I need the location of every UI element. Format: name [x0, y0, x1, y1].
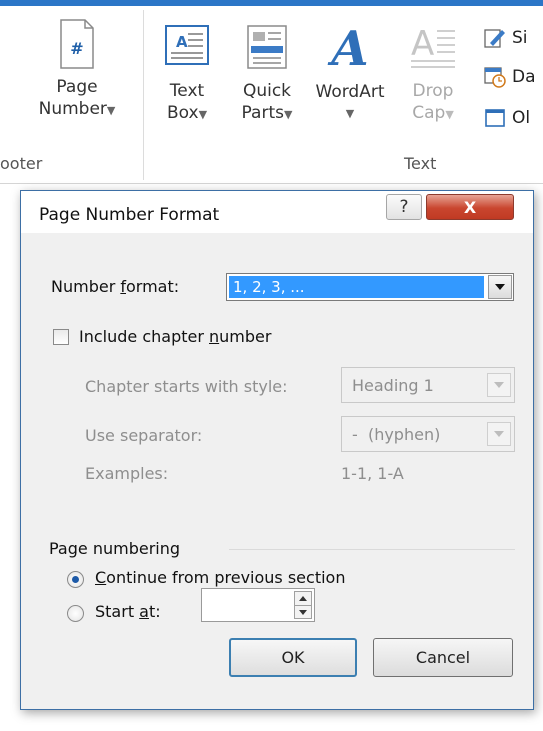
- text-box-icon: A: [165, 25, 209, 65]
- include-chapter-label-pre: Include chapter: [79, 327, 210, 346]
- cancel-button[interactable]: Cancel: [373, 638, 513, 677]
- number-format-label: Number format:: [51, 277, 179, 296]
- close-button[interactable]: X: [426, 194, 514, 220]
- ribbon-bottom-border: [0, 183, 543, 184]
- continue-from-previous-label[interactable]: Continue from previous section: [95, 568, 345, 587]
- drop-cap-icon: A: [411, 25, 455, 68]
- spin-down-icon: [299, 609, 307, 615]
- object-label: Ol: [512, 108, 531, 128]
- svg-text:A: A: [176, 33, 188, 51]
- quick-parts-label-line1: Quick: [242, 81, 292, 101]
- text-box-label-line2: Box: [166, 103, 199, 123]
- dialog-title: Page Number Format: [39, 205, 220, 225]
- quick-parts-icon: [247, 25, 287, 69]
- object-icon: [485, 109, 505, 127]
- page-number-label-line2: Number: [38, 99, 107, 119]
- start-at-spin-buttons: [294, 591, 312, 619]
- start-at-label-pre: Start: [95, 602, 140, 621]
- spin-up-button[interactable]: [295, 592, 311, 605]
- chevron-down-icon: [494, 382, 504, 388]
- number-format-dropdown-button[interactable]: [488, 275, 512, 299]
- number-format-select[interactable]: 1, 2, 3, ...: [226, 273, 514, 301]
- spin-up-icon: [299, 596, 307, 601]
- chapter-style-select[interactable]: Heading 1: [341, 367, 515, 403]
- start-at-radio[interactable]: [67, 605, 84, 622]
- wordart-dropdown-caret: ▼: [345, 107, 355, 120]
- chapter-style-label: Chapter starts with style:: [85, 377, 288, 396]
- help-icon: ?: [399, 197, 409, 217]
- page-number-icon: #: [60, 19, 94, 69]
- chevron-down-icon: [495, 284, 505, 290]
- footer-group-label: ooter: [0, 154, 43, 173]
- include-chapter-label-post: umber: [219, 327, 272, 346]
- start-at-label[interactable]: Start at:: [95, 602, 161, 621]
- text-box-dropdown-caret: ▼: [198, 108, 208, 121]
- help-button[interactable]: ?: [386, 194, 422, 220]
- drop-cap-label-line1: Drop: [412, 81, 454, 101]
- svg-text:A: A: [411, 25, 434, 64]
- start-at-spinner[interactable]: [201, 588, 315, 622]
- separator-select[interactable]: - (hyphen): [341, 416, 515, 452]
- chevron-down-icon: [494, 431, 504, 437]
- wordart-button[interactable]: A WordArt ▼: [308, 25, 392, 145]
- drop-cap-dropdown-caret: ▼: [445, 108, 454, 121]
- signature-line-icon: [484, 29, 505, 48]
- wordart-icon: A: [331, 21, 369, 77]
- examples-label: Examples:: [85, 464, 169, 483]
- date-time-icon: [484, 67, 506, 88]
- number-format-value: 1, 2, 3, ...: [229, 276, 484, 298]
- chapter-style-dropdown-button[interactable]: [487, 373, 511, 397]
- ok-button[interactable]: OK: [229, 638, 357, 677]
- page-number-format-dialog: Page Number Format ? X Number format: 1,…: [20, 190, 534, 710]
- svg-text:#: #: [70, 39, 83, 58]
- page-numbering-section-label: Page numbering: [49, 539, 181, 558]
- separator-value: - (hyphen): [352, 425, 441, 444]
- drop-cap-button[interactable]: A Drop Cap▼: [398, 25, 468, 145]
- text-box-label-line1: Text: [169, 81, 205, 101]
- wordart-label: WordArt: [315, 82, 385, 102]
- page-number-button[interactable]: # Page Number▼: [22, 18, 132, 146]
- number-format-label-post: ormat:: [126, 277, 180, 296]
- group-separator: [143, 10, 144, 180]
- text-group-label: Text: [404, 154, 437, 173]
- chapter-style-value: Heading 1: [352, 376, 434, 395]
- ribbon-top-border: [0, 0, 543, 6]
- quick-parts-button[interactable]: Quick Parts▼: [229, 25, 305, 145]
- include-chapter-checkbox[interactable]: [53, 329, 69, 345]
- number-format-label-pre: Number: [51, 277, 121, 296]
- dialog-titlebar[interactable]: Page Number Format ? X: [21, 191, 533, 233]
- include-chapter-label-accesskey: n: [209, 327, 220, 346]
- page-number-label-line1: Page: [56, 77, 98, 97]
- signature-line-label: Si: [512, 28, 528, 48]
- examples-value: 1-1, 1-A: [341, 464, 404, 483]
- separator-label: Use separator:: [85, 426, 203, 445]
- start-at-label-post: t:: [148, 602, 161, 621]
- continue-label-accesskey: C: [95, 568, 107, 587]
- continue-from-previous-radio[interactable]: [67, 571, 84, 588]
- page-number-dropdown-caret: ▼: [106, 104, 116, 117]
- object-button[interactable]: Ol: [484, 104, 530, 132]
- page-numbering-divider: [229, 549, 515, 550]
- date-time-button[interactable]: Da: [484, 63, 536, 91]
- drop-cap-label-line2: Cap: [412, 103, 446, 123]
- signature-line-button[interactable]: Si: [484, 24, 528, 52]
- ribbon: # Page Number▼ ooter A Text Box▼ Quick P…: [0, 0, 543, 185]
- spin-down-button[interactable]: [295, 605, 311, 618]
- text-box-button[interactable]: A Text Box▼: [152, 25, 222, 145]
- date-time-label: Da: [512, 67, 536, 87]
- separator-dropdown-button[interactable]: [487, 422, 511, 446]
- close-icon: X: [463, 197, 477, 217]
- radio-selected-dot: [72, 576, 79, 583]
- quick-parts-dropdown-caret: ▼: [283, 108, 293, 121]
- start-at-label-accesskey: a: [139, 602, 149, 621]
- include-chapter-label[interactable]: Include chapter number: [79, 327, 271, 346]
- quick-parts-label-line2: Parts: [241, 103, 284, 123]
- continue-label-post: ontinue from previous section: [106, 568, 346, 587]
